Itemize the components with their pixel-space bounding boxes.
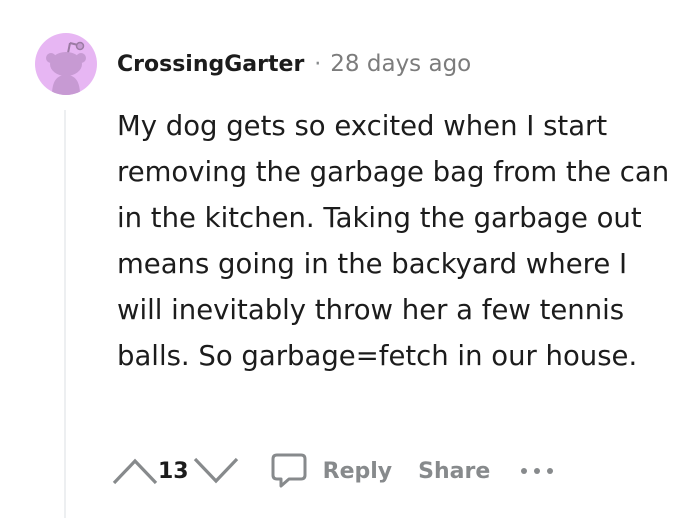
comment-body: My dog gets so excited when I start remo… bbox=[117, 110, 670, 372]
ellipsis-icon bbox=[521, 468, 554, 474]
vote-score: 13 bbox=[158, 458, 189, 484]
avatar[interactable] bbox=[35, 33, 97, 95]
more-options-button[interactable] bbox=[520, 456, 554, 486]
comment-timestamp[interactable]: 28 days ago bbox=[330, 51, 471, 77]
thread-collapse-line[interactable] bbox=[64, 110, 66, 518]
upvote-arrow-icon bbox=[112, 458, 158, 485]
comment-actions: 13 Reply Share bbox=[108, 446, 554, 496]
downvote-button[interactable] bbox=[189, 451, 243, 491]
upvote-button[interactable] bbox=[108, 451, 162, 491]
username-link[interactable]: CrossingGarter bbox=[117, 52, 304, 77]
comment: CrossingGarter · 28 days ago My dog gets… bbox=[0, 0, 700, 528]
snoo-avatar-icon bbox=[46, 41, 86, 95]
reply-label: Reply bbox=[322, 458, 393, 484]
share-button[interactable]: Share bbox=[418, 459, 490, 484]
comment-meta: CrossingGarter · 28 days ago bbox=[117, 48, 471, 80]
downvote-arrow-icon bbox=[193, 457, 238, 484]
reply-button[interactable]: Reply bbox=[269, 451, 393, 491]
speech-bubble-icon bbox=[271, 453, 307, 488]
meta-separator: · bbox=[314, 51, 322, 77]
